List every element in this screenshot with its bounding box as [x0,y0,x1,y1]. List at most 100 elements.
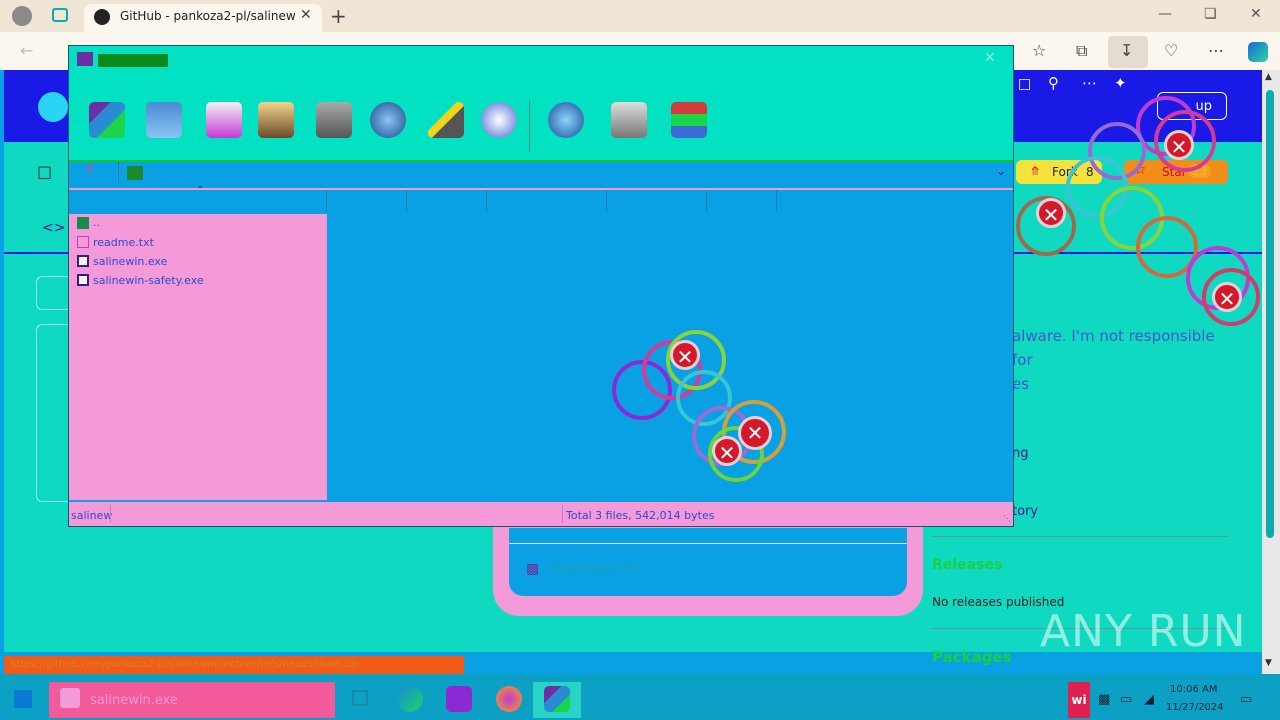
sfx-icon[interactable] [671,102,707,138]
network-icon[interactable]: ▩ [1098,692,1110,707]
info-icon[interactable] [481,102,517,138]
archive-path-icon [127,166,143,180]
search-icon[interactable]: ⚲ [1048,74,1059,92]
status-separator [562,505,563,523]
winrar-titlebar[interactable] [69,46,1013,94]
column-separator[interactable] [706,190,707,212]
extract-to-icon[interactable] [146,102,182,138]
store-icon[interactable] [446,686,472,712]
winrar-status-bar [69,502,1013,526]
minimize-icon[interactable]: — [1158,6,1172,22]
sidebar-divider [932,536,1228,537]
github-favicon-icon [94,9,110,25]
list-item[interactable]: .. [93,216,100,229]
about-description: alware. I'm not responsible for es [1012,324,1232,396]
address-dropdown-icon[interactable]: ⌄ [996,164,1006,178]
notifications-icon[interactable]: ▭ [1240,692,1252,707]
delete-icon[interactable] [316,102,352,138]
file-list-header [69,188,1013,214]
test-icon[interactable] [206,102,242,138]
start-icon[interactable] [14,690,32,708]
anyrun-watermark: ANY RUN [1040,606,1247,657]
list-item[interactable]: readme.txt [93,236,154,249]
file-browser-icon[interactable]: □ [1018,76,1031,92]
profile-avatar-icon[interactable] [12,6,32,26]
resize-grip-icon[interactable]: ⋱ [1003,514,1011,523]
sort-caret-icon: ⌃ [196,185,205,196]
github-logo-icon[interactable] [38,92,68,122]
copilot-icon[interactable] [1248,42,1268,62]
code-icon[interactable]: <> [42,220,65,236]
wizard-icon[interactable] [428,102,464,138]
edge-icon[interactable] [397,686,423,712]
text-file-icon [77,236,89,248]
volume-icon[interactable]: ◢ [1144,692,1154,707]
winrar-title-text [98,54,168,67]
comment-icon[interactable] [611,102,647,138]
add-icon[interactable] [89,102,125,138]
download-icon: ↧ [1120,41,1134,60]
winrar-taskbar-icon [544,686,570,712]
error-ring-cluster-top: ✕ ✕ ✕ [1016,96,1262,332]
scrollbar-thumb[interactable] [1266,90,1274,538]
browser-essentials-icon[interactable]: ♡ [1164,41,1178,60]
firefox-icon[interactable] [496,686,522,712]
tab-title: GitHub - pankoza2-pl/salinewin... [120,9,295,23]
branch-selector[interactable] [36,276,72,310]
collections-icon[interactable]: ⧉ [1076,41,1087,61]
column-separator[interactable] [406,190,407,212]
releases-heading[interactable]: Releases [932,557,1002,573]
dropdown-divider [509,543,907,544]
more-menu-icon[interactable]: ⋯ [1208,41,1224,60]
clock-time[interactable]: 10:06 AM [1170,684,1217,695]
list-item[interactable]: salinewin-safety.exe [93,274,204,287]
exe-file-icon [77,255,89,267]
toolbar-separator [529,100,530,152]
winrar-close-icon[interactable]: ✕ [984,50,996,66]
view-icon[interactable] [258,102,294,138]
column-separator[interactable] [326,190,327,212]
display-icon[interactable]: ▭ [1120,692,1132,707]
up-one-level-icon[interactable]: ↑ [84,163,96,179]
column-separator[interactable] [486,190,487,212]
find-icon[interactable] [370,102,406,138]
packages-heading[interactable]: Packages [932,648,1012,666]
back-icon[interactable]: ← [20,41,33,60]
favorites-icon[interactable]: ☆ [1032,41,1046,60]
close-window-icon[interactable]: ✕ [1250,6,1262,22]
restore-icon[interactable]: ❏ [1204,6,1217,22]
winrar-app-icon [77,52,93,66]
about-line-1: alware. I'm not responsible for [1012,327,1215,369]
tab-close-icon[interactable]: ✕ [300,7,312,23]
scroll-down-icon[interactable]: ▼ [1265,658,1272,668]
search-box-icon [60,688,80,708]
new-tab-button[interactable]: + [330,4,347,28]
list-item[interactable]: salinewin.exe [93,255,167,268]
status-total-text: Total 3 files, 542,014 bytes [566,509,715,522]
file-list-panel [36,324,72,502]
clock-date[interactable]: 11/27/2024 [1166,702,1224,713]
exe-file-icon [77,274,89,286]
workspaces-icon[interactable] [52,8,68,22]
more-options-icon[interactable]: ⋯ [1082,74,1097,92]
status-selection-text: salinew [71,509,113,522]
tray-app-badge[interactable]: wi [1068,682,1090,718]
task-view-icon[interactable] [352,690,368,706]
pin-icon[interactable]: ✦ [1114,74,1127,92]
winrar-address-bar [69,160,1013,186]
download-zip-link[interactable]: Download ZIP [550,562,639,577]
virus-scan-icon[interactable] [548,102,584,138]
folder-up-icon [77,217,89,229]
sidebar-link-2[interactable]: tory [1012,504,1038,519]
status-separator [110,505,111,523]
address-separator [118,162,120,184]
status-url-text: https://github.com/pankoza2-pl/salinewin… [10,659,359,670]
column-separator[interactable] [606,190,607,212]
repo-icon: □ [37,162,53,181]
about-line-2: es [1012,375,1030,393]
sidebar-link-1[interactable]: ng [1012,446,1029,461]
taskbar-search-text: salinewin.exe [90,693,178,708]
column-separator[interactable] [776,190,777,212]
zip-icon: ▩ [526,561,540,577]
scroll-up-icon[interactable]: ▲ [1265,72,1272,82]
